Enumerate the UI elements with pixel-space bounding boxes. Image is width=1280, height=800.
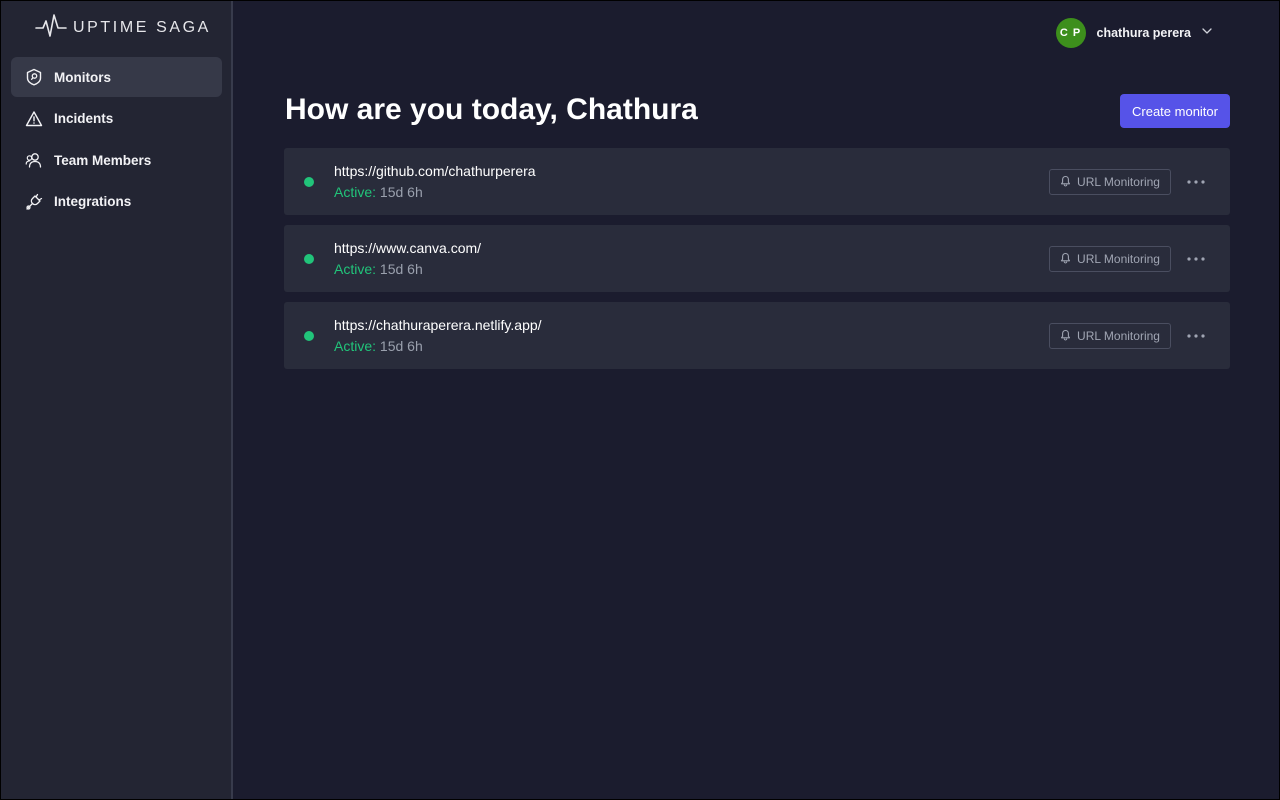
status-dot <box>304 331 314 341</box>
status-uptime: 15d 6h <box>379 184 423 200</box>
warning-icon <box>24 109 44 129</box>
plug-icon <box>24 192 44 212</box>
monitor-url[interactable]: https://github.com/chathurperera <box>334 163 536 179</box>
chevron-down-icon <box>1201 24 1213 42</box>
ellipsis-icon <box>1186 249 1206 267</box>
status-label: Active: <box>334 261 377 277</box>
monitor-type-badge[interactable]: URL Monitoring <box>1049 323 1171 349</box>
sidebar-item-incidents[interactable]: Incidents <box>11 99 222 139</box>
monitor-type-label: URL Monitoring <box>1077 175 1160 189</box>
sidebar-item-label: Team Members <box>54 152 152 168</box>
more-options-button[interactable] <box>1184 323 1208 347</box>
avatar: C P <box>1055 18 1086 48</box>
sidebar-item-label: Monitors <box>54 69 111 85</box>
logo-text: UPTIME SAGA <box>73 19 211 36</box>
status-label: Active: <box>334 338 377 354</box>
sidebar: UPTIME SAGA Monitors Incidents Team Memb… <box>1 1 233 799</box>
monitor-type-label: URL Monitoring <box>1077 252 1160 266</box>
pulse-logo-icon <box>35 12 67 45</box>
monitor-type-badge[interactable]: URL Monitoring <box>1049 246 1171 272</box>
sidebar-item-integrations[interactable]: Integrations <box>11 182 222 222</box>
sidebar-item-team-members[interactable]: Team Members <box>11 140 222 180</box>
ellipsis-icon <box>1186 172 1206 190</box>
status-dot <box>304 254 314 264</box>
sidebar-item-label: Incidents <box>54 111 114 126</box>
ellipsis-icon <box>1186 326 1206 344</box>
monitor-status: Active: 15d 6h <box>334 261 423 277</box>
more-options-button[interactable] <box>1184 169 1208 193</box>
monitor-url[interactable]: https://www.canva.com/ <box>334 240 481 256</box>
monitor-status: Active: 15d 6h <box>334 338 423 354</box>
status-uptime: 15d 6h <box>379 338 423 354</box>
bell-icon <box>1060 252 1071 267</box>
monitor-type-badge[interactable]: URL Monitoring <box>1049 169 1171 195</box>
user-menu[interactable]: C P chathura perera <box>1055 18 1213 48</box>
logo[interactable]: UPTIME SAGA <box>35 13 211 43</box>
status-label: Active: <box>334 184 377 200</box>
sidebar-nav: Monitors Incidents Team Members Integrat… <box>11 57 222 223</box>
monitor-url[interactable]: https://chathuraperera.netlify.app/ <box>334 317 542 333</box>
shield-icon <box>24 67 44 87</box>
sidebar-item-monitors[interactable]: Monitors <box>11 57 222 97</box>
monitor-status: Active: 15d 6h <box>334 184 423 200</box>
page-title: How are you today, Chathura <box>285 93 698 126</box>
status-dot <box>304 177 314 187</box>
monitor-card[interactable]: https://chathuraperera.netlify.app/ Acti… <box>284 302 1230 369</box>
monitor-type-label: URL Monitoring <box>1077 329 1160 343</box>
more-options-button[interactable] <box>1184 246 1208 270</box>
user-name: chathura perera <box>1096 26 1191 40</box>
sidebar-item-label: Integrations <box>54 194 132 209</box>
monitor-card[interactable]: https://github.com/chathurperera Active:… <box>284 148 1230 215</box>
team-icon <box>24 150 44 170</box>
bell-icon <box>1060 175 1071 190</box>
status-uptime: 15d 6h <box>379 261 423 277</box>
create-monitor-button[interactable]: Create monitor <box>1120 94 1230 128</box>
bell-icon <box>1060 329 1071 344</box>
monitor-list: https://github.com/chathurperera Active:… <box>284 148 1230 379</box>
monitor-card[interactable]: https://www.canva.com/ Active: 15d 6h UR… <box>284 225 1230 292</box>
